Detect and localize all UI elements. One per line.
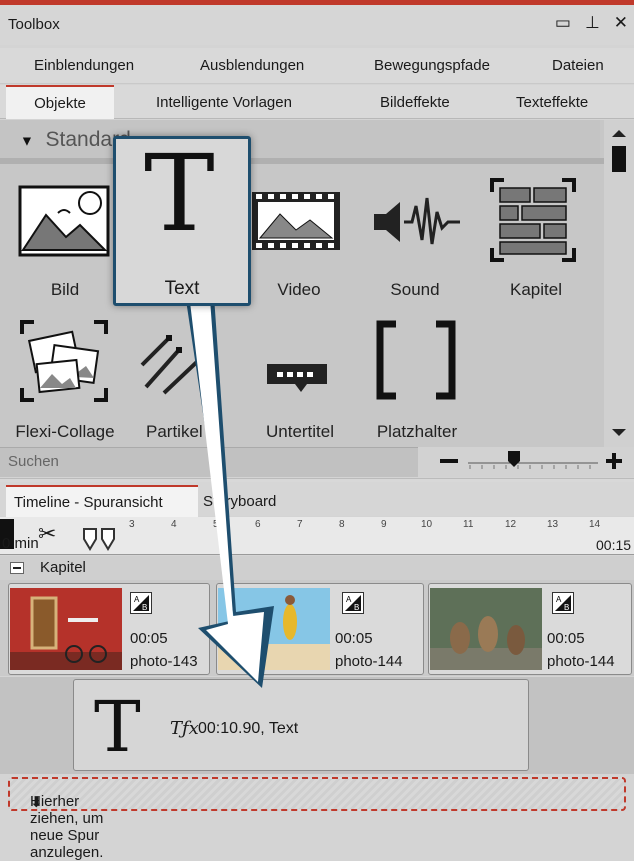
svg-text:A: A — [556, 595, 562, 604]
film-icon[interactable] — [250, 190, 342, 255]
object-label-partikel: Partikel — [146, 422, 203, 441]
ruler-tick: 10 — [421, 519, 433, 530]
ruler-start-label: 0 min — [2, 535, 39, 552]
ruler-tick: 12 — [505, 519, 517, 530]
timeline-clip[interactable]: AB 00:05 photo-144 — [428, 583, 632, 675]
timeline-clip[interactable]: AB 00:05 photo-144 — [216, 583, 424, 675]
popup-label: Text — [164, 278, 200, 299]
svg-text:A: A — [346, 595, 352, 604]
tab-dateien[interactable]: Dateien — [552, 57, 604, 74]
chapter-row[interactable]: Kapitel — [0, 556, 634, 580]
clip-duration: 00:05 — [335, 630, 373, 647]
chapter-icon[interactable] — [488, 176, 578, 267]
ruler-tick: 5 — [213, 519, 219, 530]
search-field[interactable]: Suchen — [0, 447, 418, 477]
objects-scrollbar[interactable] — [604, 120, 634, 450]
tab-timeline-spuransicht[interactable]: Timeline - Spuransicht — [6, 485, 198, 517]
tab-ausblendungen[interactable]: Ausblendungen — [200, 57, 304, 74]
objects-tab-row: Objekte Intelligente Vorlagen Bildeffekt… — [0, 85, 634, 119]
object-label-video: Video — [277, 280, 321, 299]
scissors-icon[interactable]: ✂ — [38, 521, 56, 547]
section-divider — [0, 158, 604, 164]
object-label-bild: Bild — [50, 280, 80, 299]
tab-einblendungen[interactable]: Einblendungen — [34, 57, 134, 74]
tab-bildeffekte[interactable]: Bildeffekte — [380, 94, 450, 111]
minimize-icon[interactable]: ▭ — [555, 13, 571, 33]
zoom-in-icon[interactable] — [606, 453, 622, 469]
text-object-drag-popup[interactable]: T Text — [113, 136, 251, 306]
collapse-triangle-icon[interactable]: ▼ — [20, 132, 34, 148]
tab-intelligente-vorlagen[interactable]: Intelligente Vorlagen — [156, 94, 292, 111]
ruler-tick: 3 — [129, 519, 135, 530]
text-effect-icon[interactable]: Tƒx — [170, 718, 199, 739]
zoom-out-icon[interactable] — [440, 459, 458, 463]
pin-icon[interactable]: ⊥ — [585, 13, 600, 33]
ruler-tick: 9 — [381, 519, 387, 530]
title-bar: Toolbox ▭ ⊥ ✕ — [0, 5, 634, 45]
svg-text:B: B — [142, 603, 147, 612]
ruler-tick: 11 — [463, 519, 474, 530]
ruler-tick: 4 — [171, 519, 177, 530]
ruler-tick: 14 — [589, 519, 601, 530]
close-icon[interactable]: ✕ — [614, 13, 628, 33]
object-label-platzhalter: Platzhalter — [376, 422, 458, 441]
clip-name: photo-143 — [130, 653, 198, 670]
placeholder-icon[interactable] — [374, 320, 458, 403]
clip-name: photo-144 — [335, 653, 403, 670]
chapter-label: Kapitel — [40, 559, 86, 576]
svg-text:B: B — [564, 603, 569, 612]
timeline-clip[interactable]: AB 00:05 photo-143 — [8, 583, 210, 675]
clip-thumbnail — [10, 588, 122, 670]
subtitle-icon[interactable] — [263, 360, 333, 399]
clip-thumbnail — [218, 588, 330, 670]
effects-tab-row: Einblendungen Ausblendungen Bewegungspfa… — [0, 48, 634, 84]
clip-duration: 00:05 — [547, 630, 585, 647]
text-clip-icon: T — [94, 686, 141, 768]
scroll-thumb[interactable] — [612, 146, 626, 172]
object-label-sound: Sound — [390, 280, 440, 299]
clip-duration: 00:05 — [130, 630, 168, 647]
collapse-icon[interactable] — [10, 562, 24, 574]
sound-icon[interactable] — [370, 192, 462, 255]
drop-hint: Hierher ziehen, um neue Spur anzulegen. — [30, 793, 104, 861]
window-title: Toolbox — [8, 16, 60, 33]
collage-icon[interactable] — [18, 318, 110, 407]
zoom-thumb[interactable] — [508, 451, 520, 467]
ruler-tick: 7 — [297, 519, 303, 530]
new-track-drop-zone[interactable]: ⬇ Hierher ziehen, um neue Spur anzulegen… — [8, 777, 626, 861]
ruler-end-label: 00:15 — [596, 537, 632, 553]
text-clip[interactable]: T Tƒx 00:10.90, Text — [73, 679, 529, 771]
search-placeholder: Suchen — [8, 453, 59, 470]
text-clip-info: 00:10.90, Text — [198, 720, 299, 737]
zoom-slider[interactable] — [418, 447, 634, 477]
clip-thumbnail — [430, 588, 542, 670]
object-label-flexi-collage: Flexi-Collage — [15, 422, 115, 441]
particle-icon[interactable] — [138, 325, 218, 398]
object-label-untertitel: Untertitel — [265, 422, 335, 441]
tab-texteffekte[interactable]: Texteffekte — [516, 94, 588, 111]
image-icon[interactable] — [18, 185, 110, 260]
svg-text:A: A — [134, 595, 140, 604]
transition-ab-icon[interactable]: AB — [552, 592, 574, 614]
text-icon: T — [144, 132, 215, 255]
timeline-ruler[interactable]: 0 min ✂ 3 4 5 6 7 8 9 10 11 12 13 14 00:… — [0, 517, 634, 555]
scroll-down-icon[interactable] — [612, 429, 626, 436]
split-markers-icon[interactable] — [80, 527, 120, 553]
ruler-tick: 6 — [255, 519, 261, 530]
svg-text:B: B — [354, 603, 359, 612]
clip-name: photo-144 — [547, 653, 615, 670]
tab-objekte[interactable]: Objekte — [6, 85, 114, 119]
transition-ab-icon[interactable]: AB — [342, 592, 364, 614]
tab-bewegungspfade[interactable]: Bewegungspfade — [374, 57, 490, 74]
scroll-up-icon[interactable] — [612, 130, 626, 137]
tab-storyboard[interactable]: Storyboard — [203, 493, 276, 510]
ruler-tick: 13 — [547, 519, 559, 530]
ruler-tick: 8 — [339, 519, 345, 530]
transition-ab-icon[interactable]: AB — [130, 592, 152, 614]
object-label-kapitel: Kapitel — [510, 280, 562, 299]
section-header[interactable]: ▼ Standard — [0, 120, 600, 162]
